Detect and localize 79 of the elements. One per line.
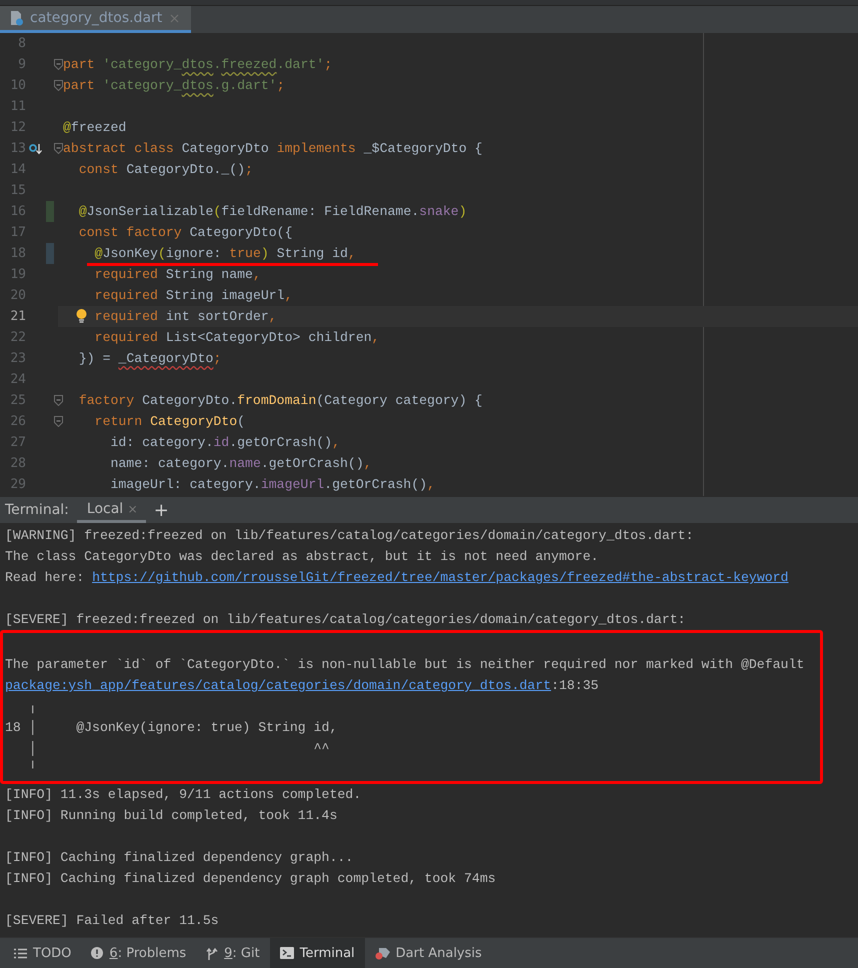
line-number: 17 [9,225,26,240]
code-line: name: category.name.getOrCrash(), [110,456,372,471]
line-number: 18 [9,246,26,261]
line-number: 16 [9,204,26,219]
terminal-line: 18 │ @JsonKey(ignore: true) String id, [5,720,338,735]
circle-arrow-icon[interactable] [29,142,43,154]
line-number: 25 [9,393,26,408]
line-number: 28 [9,456,26,471]
terminal-line: [INFO] Caching finalized dependency graph... [5,850,354,865]
code-line: required String imageUrl, [94,288,293,303]
branch-icon [206,946,218,960]
tool-window-button[interactable]: 6: Problems [81,938,196,968]
code-line: const CategoryDto._(); [78,162,253,177]
file-icon [10,10,24,26]
line-number: 22 [9,330,26,345]
line-number: 9 [17,57,26,72]
code-line: }) = _CategoryDto; [78,351,222,366]
line-number: 20 [9,288,26,303]
terminal-tab[interactable]: Local × [76,497,146,523]
terminal-line: ╷ [28,699,37,714]
line-number: 13 [9,141,26,156]
line-number: 12 [9,120,26,135]
line-number: 24 [9,372,26,387]
code-line: factory CategoryDto.fromDomain(Category category) { [78,393,482,408]
fold-icon[interactable] [54,143,63,154]
terminal-line: [WARNING] freezed:freezed on lib/features/catalog/categories/domain/category_dtos.dart: [5,528,694,543]
link[interactable]: package:ysh_app/features/catalog/categories/domain/category_dtos.dart [5,678,552,693]
code-line: @JsonKey(ignore: true) String id, [94,246,356,261]
terminal-text: :18:35 [551,678,599,693]
tool-window-button[interactable]: 9: Git [196,938,270,968]
line-number: 11 [9,99,26,114]
terminal-line: [INFO] Running build completed, took 11.4s [5,808,338,823]
line-number: 21 [9,309,26,324]
line-number: 8 [17,36,26,51]
terminal-line: [SEVERE] freezed:freezed on lib/features/catalog/categories/domain/category_dtos.dart: [5,612,686,627]
code-line: abstract class CategoryDto implements _$CategoryDto { [63,141,482,156]
line-number: 26 [9,414,26,429]
link[interactable]: https://github.com/rrousselGit/freezed/tree/master/packages/freezed#the-abstract-keyword [92,570,788,585]
fold-icon[interactable] [54,416,63,427]
code-line: @freezed [63,120,126,135]
fold-icon[interactable] [54,80,63,91]
code-line: id: category.id.getOrCrash(), [110,435,340,450]
line-number: 23 [9,351,26,366]
terminal-line: │ ^^ [28,741,330,756]
code-line: required List<CategoryDto> children, [94,330,380,345]
code-line: return CategoryDto( [94,414,246,429]
add-button[interactable]: + [146,500,177,520]
lightbulb-icon[interactable] [76,309,87,323]
terminal-icon [280,947,294,959]
line-number: 10 [9,78,26,93]
code-line: required String name, [94,267,261,282]
terminal-line: [SEVERE] Failed after 11.5s [5,913,219,928]
line-number: 19 [9,267,26,282]
terminal-line: [INFO] 11.3s elapsed, 9/11 actions completed. [5,787,362,802]
fold-icon[interactable] [54,59,63,70]
tool-window-button[interactable]: Terminal [270,938,365,968]
file-tab[interactable]: category_dtos.dart [0,6,192,33]
panel-title: Terminal: [4,502,70,518]
code-line: const factory CategoryDto({ [78,225,293,240]
code-line: imageUrl: category.imageUrl.getOrCrash(), [110,477,435,492]
line-number: 29 [9,477,26,492]
terminal-line: The parameter `id` of `CategoryDto.` is non-nullable but is neither required nor marked with @Default [5,657,804,672]
list-icon [14,948,27,958]
terminal-line: The class CategoryDto was declared as abstract, but it is not need anymore. [5,549,599,564]
dart-icon [374,946,390,960]
terminal-line: ╵ [28,762,37,777]
line-number: 15 [9,183,26,198]
warning-icon [91,947,104,959]
code-line: part 'category_dtos.g.dart'; [63,78,285,93]
line-number: 27 [9,435,26,450]
code-line: part 'category_dtos.freezed.dart'; [63,57,332,72]
line-number: 14 [9,162,26,177]
tool-window-button[interactable]: TODO [4,938,82,968]
fold-icon[interactable] [54,395,63,406]
terminal-text: Read here: [5,570,86,585]
tool-window-button[interactable]: Dart Analysis [364,938,492,968]
code-line: required int sortOrder, [94,309,277,324]
code-line: @JsonSerializable(fieldRename: FieldRename.snake) [78,204,467,219]
terminal-line: [INFO] Caching finalized dependency graph completed, took 74ms [5,871,496,886]
